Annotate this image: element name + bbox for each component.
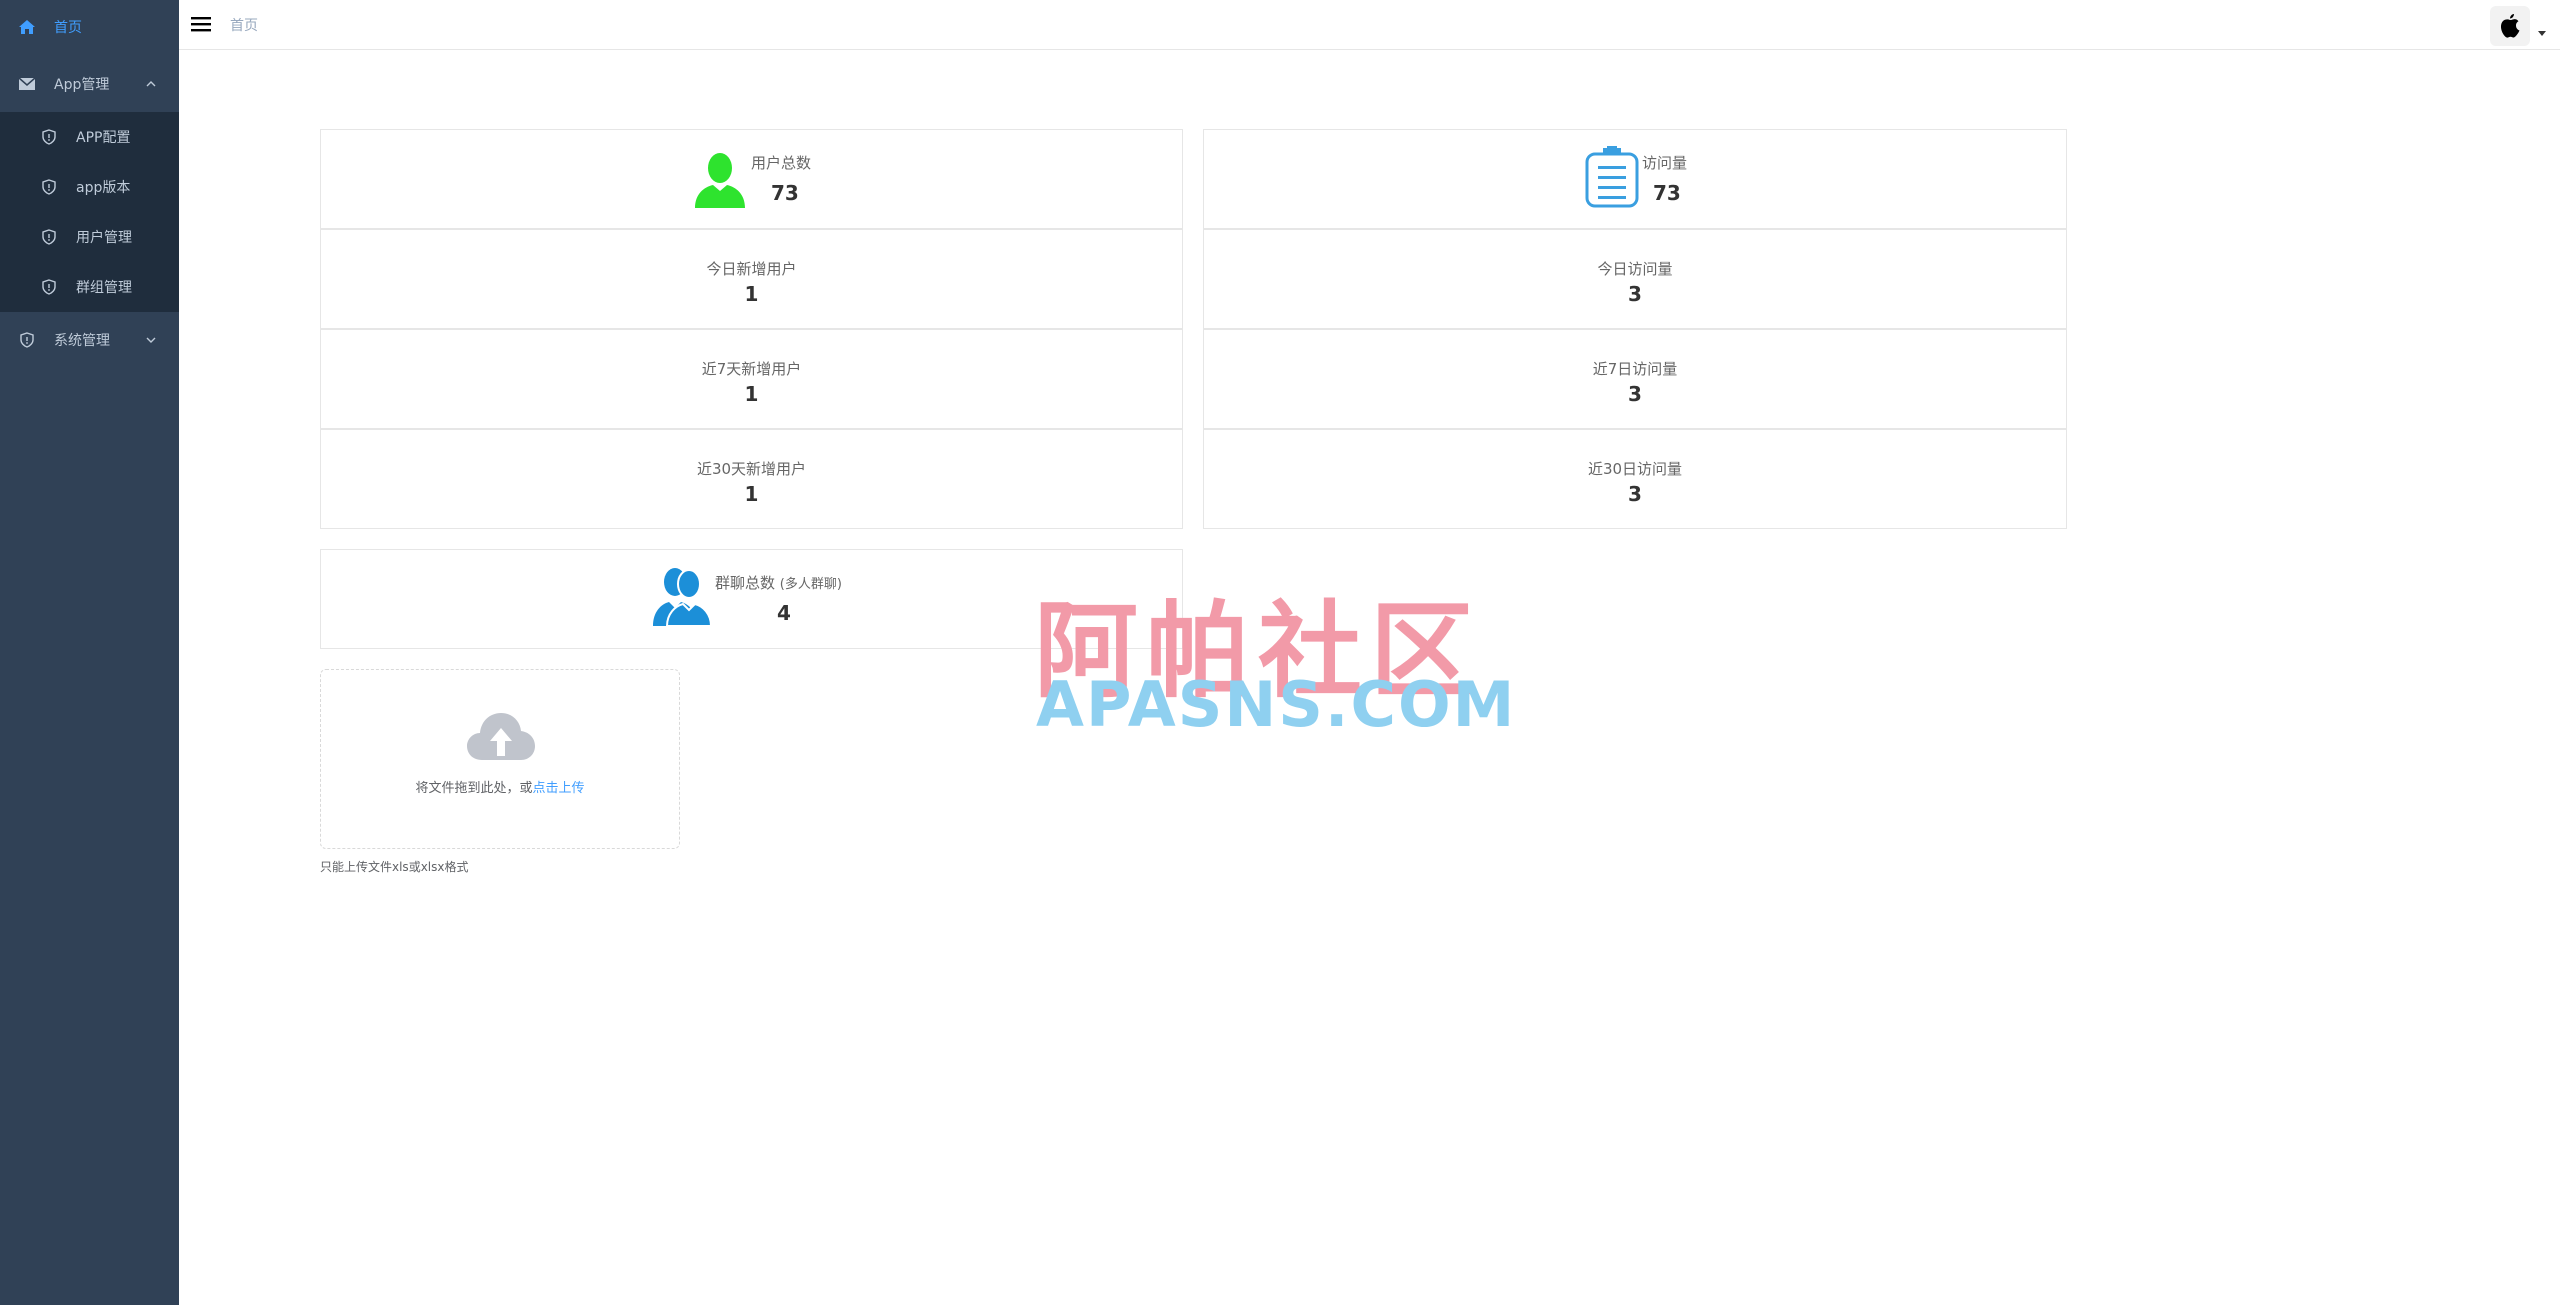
stat-card-today-visits: 今日访问量 3	[1203, 229, 2067, 329]
stat-value: 73	[1653, 181, 1681, 205]
sidebar-item-label: 首页	[54, 20, 82, 36]
sidebar-group-label: 系统管理	[54, 333, 110, 349]
stat-value: 3	[1628, 282, 1642, 306]
sidebar-item-label: 用户管理	[76, 230, 132, 246]
mail-icon	[18, 75, 36, 93]
sidebar-group-app[interactable]: App管理	[0, 57, 179, 111]
stat-label: 近30日访问量	[1587, 460, 1683, 478]
stat-card-week-new-users: 近7天新增用户 1	[320, 329, 1183, 429]
sidebar-item-label: 群组管理	[76, 280, 132, 296]
sidebar-item-group-management[interactable]: 群组管理	[0, 262, 179, 312]
stat-value: 3	[1628, 482, 1642, 506]
stat-value: 1	[744, 382, 759, 406]
shield-icon	[40, 178, 58, 196]
shield-icon	[40, 278, 58, 296]
hamburger-icon[interactable]	[190, 13, 212, 35]
stat-label: 群聊总数 (多人群聊)	[715, 572, 842, 593]
apple-logo-icon	[2500, 14, 2520, 38]
upload-tip: 只能上传文件xls或xlsx格式	[320, 860, 469, 874]
watermark-english: APASNS.COM	[1036, 668, 1517, 741]
upload-text: 将文件拖到此处，或点击上传	[321, 777, 679, 796]
stat-value: 1	[744, 482, 759, 506]
stat-card-month-new-users: 近30天新增用户 1	[320, 429, 1183, 529]
stat-value: 3	[1628, 382, 1642, 406]
stat-label: 今日访问量	[1597, 260, 1673, 278]
stat-label: 访问量	[1642, 154, 1688, 172]
stat-value: 73	[771, 181, 799, 205]
groups-note: (多人群聊)	[779, 577, 842, 592]
shield-icon	[40, 228, 58, 246]
upload-dropzone[interactable]: 将文件拖到此处，或点击上传	[320, 669, 680, 849]
navbar: 首页	[179, 0, 2560, 50]
home-icon	[18, 18, 36, 36]
cloud-upload-icon	[467, 713, 535, 760]
shield-icon	[18, 331, 36, 349]
user-icon	[695, 153, 745, 208]
caret-down-icon	[2538, 31, 2546, 36]
stat-card-total-users: 用户总数 73	[320, 129, 1183, 229]
avatar[interactable]	[2490, 6, 2530, 46]
stat-card-week-visits: 近7日访问量 3	[1203, 329, 2067, 429]
stat-card-month-visits: 近30日访问量 3	[1203, 429, 2067, 529]
stat-label: 近30天新增用户	[696, 460, 807, 478]
chevron-up-icon	[146, 81, 156, 87]
upload-drag-text: 将文件拖到此处，或	[415, 781, 533, 796]
sidebar-group-label: App管理	[54, 77, 110, 93]
breadcrumb[interactable]: 首页	[230, 15, 258, 35]
stat-card-today-new-users: 今日新增用户 1	[320, 229, 1183, 329]
stat-label: 今日新增用户	[706, 260, 797, 278]
stat-label: 近7天新增用户	[701, 360, 802, 378]
stat-value: 1	[744, 282, 759, 306]
sidebar: 首页 App管理 APP配置 app版本 用户管理 群组管理 系统管理	[0, 0, 179, 1305]
sidebar-item-label: APP配置	[76, 130, 131, 146]
user-menu[interactable]	[2490, 4, 2550, 46]
upload-click-link[interactable]: 点击上传	[533, 781, 585, 796]
sidebar-group-system[interactable]: 系统管理	[0, 313, 179, 367]
sidebar-item-user-management[interactable]: 用户管理	[0, 212, 179, 262]
stat-label: 近7日访问量	[1592, 360, 1678, 378]
users-icon	[653, 568, 713, 626]
chevron-down-icon	[146, 337, 156, 343]
shield-icon	[40, 128, 58, 146]
sidebar-item-app-version[interactable]: app版本	[0, 162, 179, 212]
groups-label: 群聊总数	[715, 574, 776, 592]
sidebar-item-app-config[interactable]: APP配置	[0, 112, 179, 162]
sidebar-item-label: app版本	[76, 180, 131, 196]
stat-value: 4	[777, 601, 791, 625]
clipboard-icon	[1585, 146, 1639, 208]
sidebar-item-home[interactable]: 首页	[0, 0, 179, 54]
stat-label: 用户总数	[751, 154, 812, 172]
stat-card-visits: 访问量 73	[1203, 129, 2067, 229]
